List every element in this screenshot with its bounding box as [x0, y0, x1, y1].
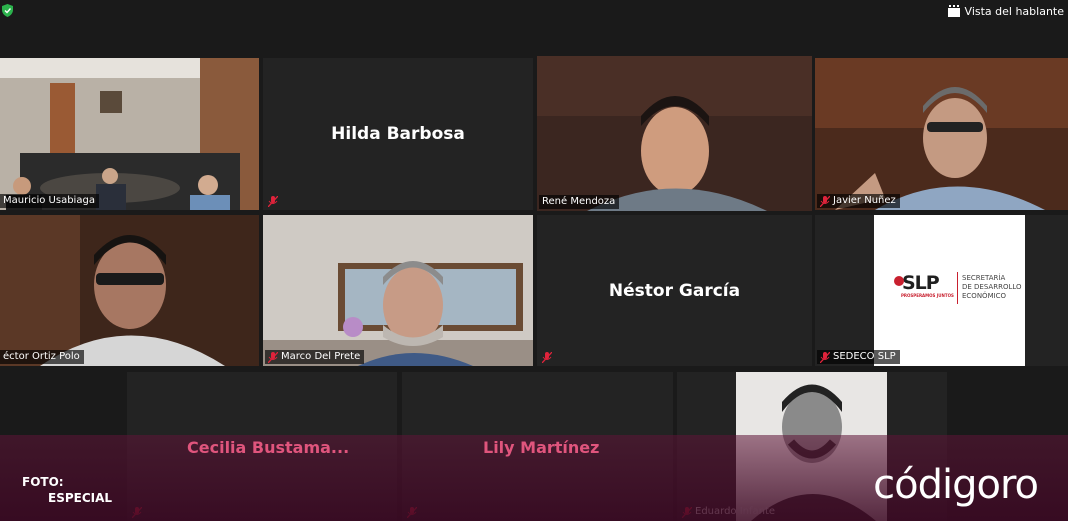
- participant-name-center: Lily Martínez: [483, 438, 600, 457]
- video-feed: [815, 58, 1068, 210]
- sedeco-name: SECRETARÍA DE DESARROLLO ECONÓMICO: [962, 274, 1022, 300]
- shield-icon[interactable]: [2, 4, 13, 17]
- watermark-logo: códigoro: [873, 462, 1039, 508]
- participant-name-label: Marco Del Prete: [265, 350, 365, 364]
- participant-photo: [736, 372, 887, 521]
- participant-name-label: René Mendoza: [539, 195, 620, 209]
- sedeco-brand: SLP: [902, 272, 940, 294]
- muted-mic-icon: [542, 351, 552, 363]
- video-feed: [537, 56, 812, 211]
- video-feed: [0, 58, 259, 210]
- sedeco-logo: SLP PROSPERAMOS JUNTOS SECRETARÍA DE DES…: [874, 215, 1025, 366]
- participant-name-label: Javier Nuñez: [817, 194, 900, 208]
- sedeco-tagline: PROSPERAMOS JUNTOS: [901, 293, 954, 298]
- participant-name-center: Cecilia Bustama...: [187, 438, 350, 457]
- participant-status-label: [265, 194, 282, 208]
- muted-mic-icon: [820, 351, 830, 363]
- speaker-view-label: Vista del hablante: [964, 4, 1064, 18]
- video-feed: [0, 215, 259, 366]
- participant-tile-javier-nunez[interactable]: Javier Nuñez: [815, 58, 1068, 210]
- participant-name-label: Mauricio Usabiaga: [0, 194, 99, 208]
- muted-mic-icon: [268, 351, 278, 363]
- meeting-top-bar: Vista del hablante: [0, 0, 1068, 22]
- speaker-view-button[interactable]: Vista del hablante: [943, 2, 1068, 20]
- participant-tile-hector-ortiz-polo[interactable]: éctor Ortiz Polo: [0, 215, 259, 366]
- participant-tile-nestor-garcia[interactable]: Néstor García: [537, 215, 812, 366]
- muted-mic-icon: [820, 195, 830, 207]
- participant-status-label: [129, 505, 146, 519]
- participant-name-center: Hilda Barbosa: [331, 124, 465, 144]
- participant-tile-hilda-barbosa[interactable]: Hilda Barbosa: [263, 58, 533, 210]
- participant-name-label: éctor Ortiz Polo: [0, 350, 84, 364]
- muted-mic-icon: [682, 506, 692, 518]
- logo-divider: [957, 272, 958, 304]
- brand-mark-icon: [894, 276, 904, 286]
- participant-tile-rene-mendoza[interactable]: René Mendoza: [537, 56, 812, 211]
- participant-tile-mauricio-usabiaga[interactable]: Mauricio Usabiaga: [0, 58, 259, 210]
- speaker-view-icon: [947, 5, 960, 17]
- photo-credit: FOTO: ESPECIAL: [22, 475, 113, 505]
- muted-mic-icon: [268, 195, 278, 207]
- participant-tile-marco-del-prete[interactable]: Marco Del Prete: [263, 215, 533, 366]
- participant-name-label: SEDECO SLP: [817, 350, 900, 364]
- muted-mic-icon: [407, 506, 417, 518]
- muted-mic-icon: [132, 506, 142, 518]
- participant-tile-sedeco-slp[interactable]: SLP PROSPERAMOS JUNTOS SECRETARÍA DE DES…: [815, 215, 1068, 366]
- video-feed: [263, 215, 533, 366]
- participant-name-center: Néstor García: [608, 280, 741, 301]
- participant-name-label: Eduardo Infante: [679, 505, 779, 519]
- participant-status-label: [539, 350, 556, 364]
- participant-status-label: [404, 505, 421, 519]
